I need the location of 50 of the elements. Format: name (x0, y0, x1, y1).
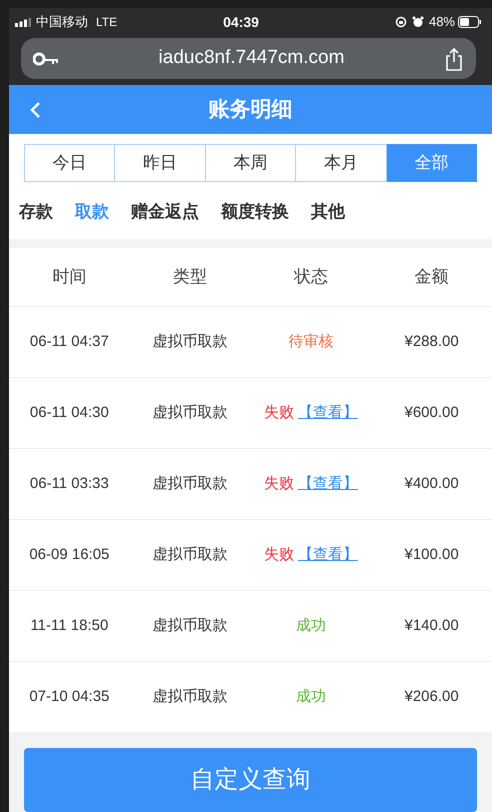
type-cell-text: 虚拟币取款 (152, 402, 228, 423)
time-cell-text: 06-11 04:37 (30, 332, 109, 352)
category-tab[interactable]: 存款 (19, 199, 53, 225)
type-cell-text: 虚拟币取款 (152, 616, 228, 636)
category-tab[interactable]: 其他 (311, 199, 345, 225)
amount-cell-text: ¥140.00 (404, 616, 459, 636)
amount-cell-text: ¥288.00 (404, 332, 459, 352)
time-cell-text: 06-11 03:33 (30, 474, 109, 494)
address-bar[interactable]: iaduc8nf.7447cm.com (21, 38, 476, 79)
column-header: 金额 (414, 266, 449, 288)
page-title: 账务明细 (208, 96, 292, 123)
back-icon[interactable] (29, 100, 41, 119)
status-text: 失败 (264, 544, 294, 565)
period-tab[interactable]: 今日 (24, 144, 116, 182)
category-tab[interactable]: 赠金返点 (131, 199, 199, 225)
network-text: LTE (96, 14, 118, 31)
amount-cell-text: ¥600.00 (404, 402, 459, 423)
category-tab[interactable]: 额度转换 (221, 199, 289, 225)
period-tab[interactable]: 本周 (206, 144, 296, 182)
period-tab[interactable]: 昨日 (115, 144, 206, 182)
status-text: 成功 (296, 686, 326, 707)
time-cell-text: 07-10 04:35 (29, 686, 110, 707)
column-header: 类型 (173, 266, 208, 288)
key-icon (33, 52, 59, 66)
carrier-text: 中国移动 (36, 13, 88, 32)
status-text: 失败 (264, 402, 294, 423)
rotation-lock-icon (394, 16, 407, 28)
type-cell-text: 虚拟币取款 (152, 544, 228, 565)
battery-percent-text: 48% (428, 13, 455, 32)
amount-cell-text: ¥400.00 (404, 474, 459, 494)
amount-cell-text: ¥100.00 (404, 544, 459, 565)
column-header: 状态 (294, 266, 328, 288)
type-cell-text: 虚拟币取款 (152, 686, 228, 707)
battery-icon (458, 16, 482, 28)
time-cell-text: 06-11 04:30 (30, 402, 109, 423)
amount-cell-text: ¥206.00 (404, 686, 459, 707)
signal-icon (15, 18, 31, 26)
status-text: 失败 (264, 474, 294, 494)
type-cell-text: 虚拟币取款 (152, 474, 228, 494)
type-cell-text: 虚拟币取款 (152, 332, 228, 352)
status-text: 待审核 (288, 332, 334, 352)
period-tab[interactable]: 本月 (296, 144, 387, 182)
share-icon[interactable] (444, 46, 464, 70)
status-text: 成功 (296, 616, 326, 636)
alarm-icon (412, 16, 424, 28)
time-cell-text: 11-11 18:50 (30, 616, 108, 636)
clock-text: 04:39 (223, 12, 259, 32)
column-header: 时间 (52, 266, 86, 288)
url-text: iaduc8nf.7447cm.com (158, 46, 346, 70)
time-cell-text: 06-09 16:05 (29, 544, 110, 565)
